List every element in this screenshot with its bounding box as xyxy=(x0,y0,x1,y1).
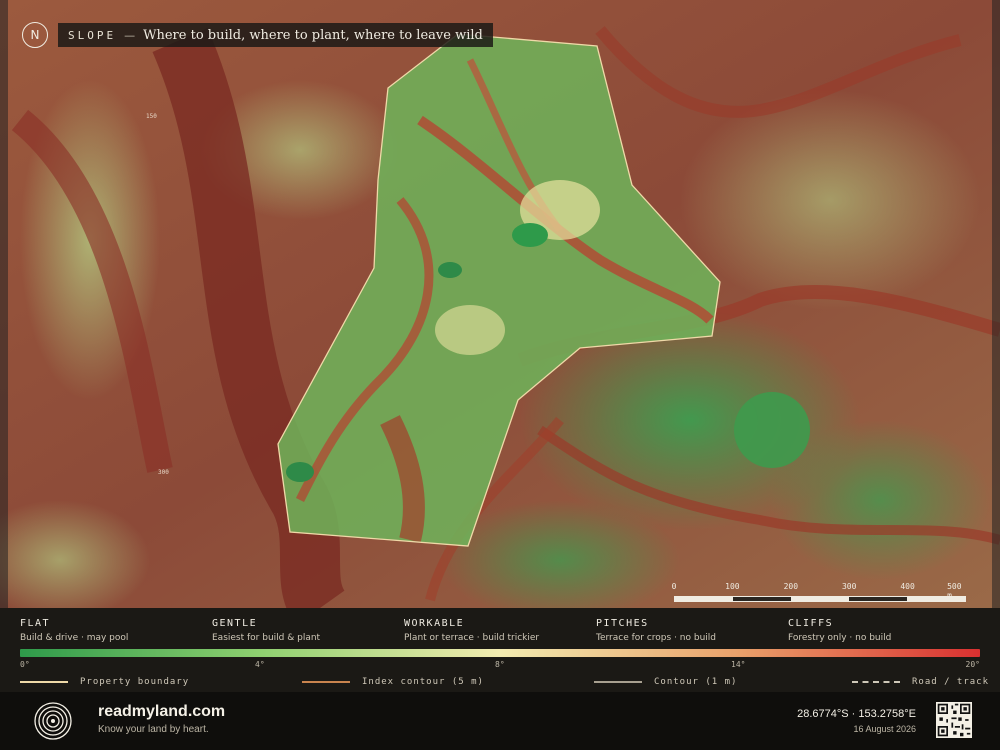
class-desc: Plant or terrace · build trickier xyxy=(404,633,540,643)
gradient-ticks: 0° 4° 8° 14° 20° xyxy=(20,660,980,672)
contour-label: 150 xyxy=(146,113,157,120)
title-dash: — xyxy=(124,28,136,42)
frame-edge xyxy=(992,0,1000,608)
slope-legend: FLAT Build & drive · may pool GENTLE Eas… xyxy=(0,608,1000,692)
class-cliffs: CLIFFS Forestry only · no build xyxy=(788,618,980,643)
map-title: SLOPE — Where to build, where to plant, … xyxy=(58,23,493,47)
class-gentle: GENTLE Easiest for build & plant xyxy=(212,618,404,643)
key-contour: Contour (1 m) xyxy=(594,675,737,689)
contour-swatch xyxy=(594,681,642,683)
scale-tick: 100 xyxy=(725,582,740,591)
scale-tick: 200 xyxy=(783,582,799,591)
scale-tick: 500 m xyxy=(947,582,962,600)
brand-name[interactable]: readmyland.com xyxy=(98,703,225,721)
class-name: WORKABLE xyxy=(404,618,465,629)
scale-ticks: 0 100 200 300 400 500 m xyxy=(671,582,966,600)
map-date: 16 August 2026 xyxy=(853,724,916,734)
key-label: Road / track xyxy=(912,677,990,687)
gradient-tick: 4° xyxy=(255,660,265,669)
scale-tick: 0 xyxy=(671,582,677,591)
boundary-swatch xyxy=(20,681,68,683)
class-name: FLAT xyxy=(20,618,51,629)
class-pitches: PITCHES Terrace for crops · no build xyxy=(596,618,788,643)
class-desc: Terrace for crops · no build xyxy=(596,633,716,643)
slope-map[interactable]: 150 300 N SLOPE — Where to build, where … xyxy=(0,0,1000,608)
north-label: N xyxy=(30,28,40,42)
scale-tick: 400 xyxy=(900,582,915,591)
class-flat: FLAT Build & drive · may pool xyxy=(20,618,212,643)
road-swatch xyxy=(852,681,900,683)
gradient-tick: 14° xyxy=(731,660,746,669)
gradient-tick: 20° xyxy=(965,660,980,669)
scale-bar: 0 100 200 300 400 500 m xyxy=(671,582,966,602)
slope-raster: 150 300 xyxy=(0,0,1000,608)
qr-code-icon[interactable] xyxy=(936,702,972,738)
index-contour-swatch xyxy=(302,681,350,683)
class-desc: Forestry only · no build xyxy=(788,633,892,643)
coordinates: 28.6774°S · 153.2758°E xyxy=(797,708,916,720)
fingerprint-logo-icon[interactable] xyxy=(33,701,73,741)
class-name: CLIFFS xyxy=(788,618,834,629)
contour-label: 300 xyxy=(158,469,169,476)
footer: readmyland.com Know your land by heart. … xyxy=(0,692,1000,750)
class-desc: Build & drive · may pool xyxy=(20,633,129,643)
key-road-track: Road / track xyxy=(852,675,989,689)
slope-gradient-bar xyxy=(20,649,980,657)
key-property-boundary: Property boundary xyxy=(20,675,189,689)
class-desc: Easiest for build & plant xyxy=(212,633,321,643)
line-key: Property boundary Index contour (5 m) Co… xyxy=(20,675,988,689)
class-name: GENTLE xyxy=(212,618,258,629)
class-name: PITCHES xyxy=(596,618,649,629)
class-workable: WORKABLE Plant or terrace · build tricki… xyxy=(404,618,596,643)
key-label: Property boundary xyxy=(80,677,190,687)
slope-classes: FLAT Build & drive · may pool GENTLE Eas… xyxy=(20,618,980,643)
title-key: SLOPE xyxy=(68,28,117,42)
brand-tagline: Know your land by heart. xyxy=(98,724,209,735)
key-label: Index contour (5 m) xyxy=(362,677,484,687)
gradient-tick: 0° xyxy=(20,660,30,669)
scale-segments xyxy=(674,596,966,602)
key-index-contour: Index contour (5 m) xyxy=(302,675,484,689)
title-subtitle: Where to build, where to plant, where to… xyxy=(143,27,483,43)
scale-tick: 300 xyxy=(841,582,857,591)
key-label: Contour (1 m) xyxy=(654,677,738,687)
gradient-tick: 8° xyxy=(495,660,505,669)
frame-edge xyxy=(0,0,8,608)
north-arrow-icon: N xyxy=(22,22,48,48)
